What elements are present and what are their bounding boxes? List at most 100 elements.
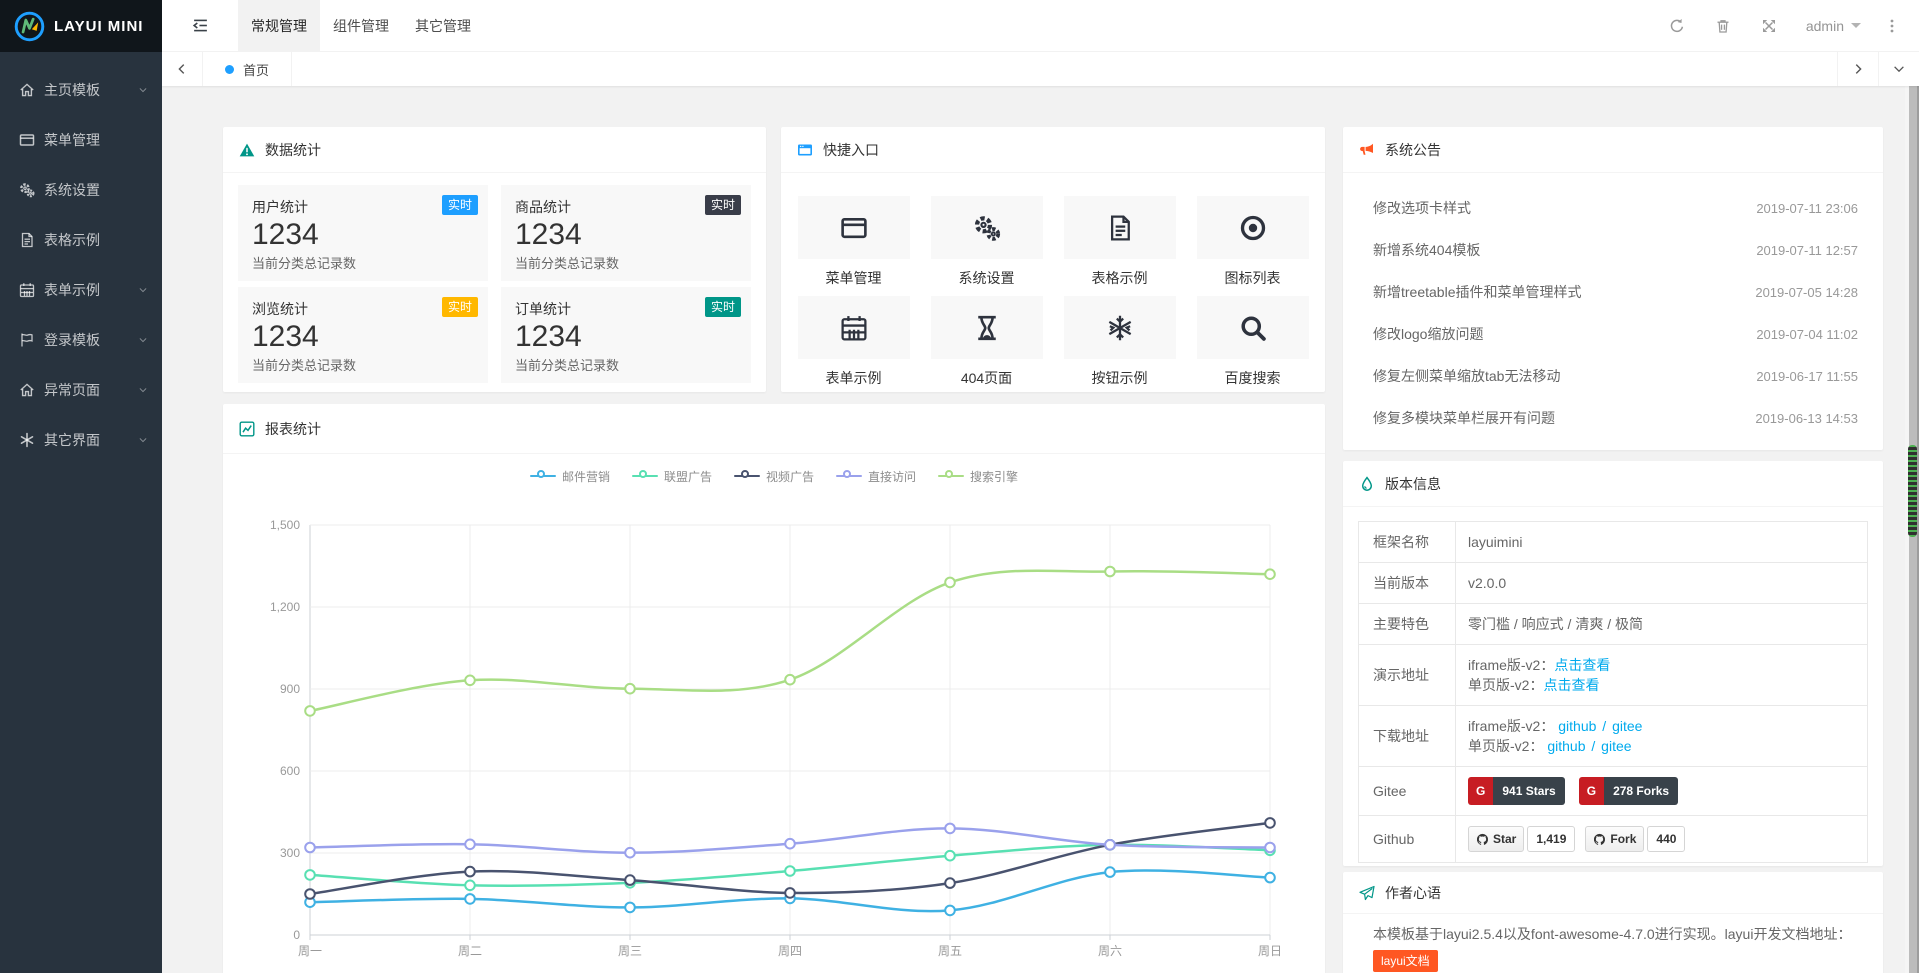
more-menu-button[interactable] (1875, 0, 1909, 52)
quick-entry-menu-management[interactable]: 菜单管理 (798, 196, 910, 288)
download-github-link[interactable]: github (1558, 718, 1596, 734)
download-gitee-link[interactable]: gitee (1601, 738, 1631, 754)
scrollbar-thumb[interactable] (1908, 445, 1917, 537)
announcement-text: 修复左侧菜单缩放tab无法移动 (1373, 366, 1560, 386)
stat-product-count[interactable]: 商品统计 实时 1234 当前分类总记录数 (501, 185, 751, 281)
download-gitee-link[interactable]: gitee (1612, 718, 1642, 734)
tab-scroll-left-button[interactable] (162, 52, 203, 86)
gitee-forks-badge[interactable]: G 278 Forks (1579, 777, 1678, 805)
stat-order-count[interactable]: 订单统计 实时 1234 当前分类总记录数 (501, 287, 751, 383)
legend-item-直接访问[interactable]: 直接访问 (836, 468, 916, 485)
sidebar-item-system-settings[interactable]: 系统设置 (0, 165, 162, 215)
tab-scroll-right-button[interactable] (1837, 52, 1878, 86)
announcement-text: 修改logo缩放问题 (1373, 324, 1483, 344)
stat-description: 当前分类总记录数 (515, 355, 737, 374)
layui-doc-badge[interactable]: layui文档 (1373, 950, 1438, 972)
announcement-item[interactable]: 修复多模块菜单栏展开有问题 2019-06-13 14:53 (1373, 397, 1858, 439)
row-label: 框架名称 (1359, 522, 1456, 563)
tab-home[interactable]: 首页 (203, 52, 292, 86)
stat-user-count[interactable]: 用户统计 实时 1234 当前分类总记录数 (238, 185, 488, 281)
card-header: 系统公告 (1343, 127, 1883, 173)
legend-item-联盟广告[interactable]: 联盟广告 (632, 468, 712, 485)
card-title: 数据统计 (265, 140, 321, 160)
top-tab-label: 组件管理 (333, 16, 389, 36)
sidebar-item-other-pages[interactable]: 其它界面 (0, 415, 162, 465)
svg-text:周三: 周三 (618, 944, 642, 958)
stat-value: 1234 (515, 218, 737, 252)
stat-description: 当前分类总记录数 (515, 253, 737, 272)
app-logo[interactable]: LAYUI MINI (0, 0, 162, 52)
stat-view-count[interactable]: 浏览统计 实时 1234 当前分类总记录数 (238, 287, 488, 383)
quick-entry-table-examples[interactable]: 表格示例 (1064, 196, 1176, 288)
user-dropdown[interactable]: admin (1792, 18, 1875, 34)
quick-entry-form-examples[interactable]: 表单示例 (798, 296, 910, 388)
github-fork-button[interactable]: Fork (1585, 826, 1644, 852)
svg-text:1,500: 1,500 (270, 518, 300, 532)
sidebar-item-label: 异常页面 (44, 380, 138, 400)
author-text: 本模板基于layui2.5.4以及font-awesome-4.7.0进行实现。… (1343, 914, 1883, 973)
quick-entry-system-settings[interactable]: 系统设置 (931, 196, 1043, 288)
quick-entry-label: 百度搜索 (1197, 368, 1309, 388)
top-tab-components[interactable]: 组件管理 (320, 0, 402, 51)
announcement-item[interactable]: 新增系统404模板 2019-07-11 12:57 (1373, 229, 1858, 271)
quick-entry-label: 表格示例 (1064, 268, 1176, 288)
github-star-button[interactable]: Star (1468, 826, 1524, 852)
sidebar-item-home-templates[interactable]: 主页模板 (0, 65, 162, 115)
sidebar-item-table-examples[interactable]: 表格示例 (0, 215, 162, 265)
realtime-badge: 实时 (442, 195, 478, 215)
github-fork-count[interactable]: 440 (1647, 826, 1685, 852)
app-title: LAYUI MINI (54, 18, 143, 35)
flag-icon (19, 332, 35, 348)
legend-item-搜索引擎[interactable]: 搜索引擎 (938, 468, 1018, 485)
row-label: Github (1359, 816, 1456, 863)
top-tab-others[interactable]: 其它管理 (402, 0, 484, 51)
card-title: 作者心语 (1385, 883, 1441, 903)
card-title: 快捷入口 (823, 140, 879, 160)
legend-item-邮件营销[interactable]: 邮件营销 (530, 468, 610, 485)
github-widgets: Star 1,419 Fork 440 (1468, 826, 1855, 852)
announcement-item[interactable]: 修改选项卡样式 2019-07-11 23:06 (1373, 187, 1858, 229)
sidebar-item-menu-management[interactable]: 菜单管理 (0, 115, 162, 165)
legend-item-视频广告[interactable]: 视频广告 (734, 468, 814, 485)
refresh-button[interactable] (1654, 0, 1700, 52)
gitee-stars-badge[interactable]: G 941 Stars (1468, 777, 1565, 805)
top-tab-general[interactable]: 常规管理 (238, 0, 320, 51)
trash-icon (1715, 18, 1731, 34)
quick-entry-label: 表单示例 (798, 368, 910, 388)
row-label: 主要特色 (1359, 604, 1456, 645)
download-github-link[interactable]: github (1547, 738, 1585, 754)
card-header: 数据统计 (223, 127, 766, 173)
version-info-card: 版本信息 框架名称 layuimini 当前版本 v2.0.0 主要特色 零门槛… (1343, 461, 1883, 866)
card-header: 作者心语 (1343, 872, 1883, 914)
quick-entry-icon-list[interactable]: 图标列表 (1197, 196, 1309, 288)
quick-entry-button-examples[interactable]: 按钮示例 (1064, 296, 1176, 388)
chevron-right-icon (1851, 62, 1865, 76)
announcement-text: 修复多模块菜单栏展开有问题 (1373, 408, 1555, 428)
sidebar-item-login-templates[interactable]: 登录模板 (0, 315, 162, 365)
card-title: 版本信息 (1385, 474, 1441, 494)
vertical-scrollbar[interactable] (1905, 86, 1919, 973)
svg-text:周日: 周日 (1258, 944, 1282, 958)
announcement-item[interactable]: 修复左侧菜单缩放tab无法移动 2019-06-17 11:55 (1373, 355, 1858, 397)
github-star-count[interactable]: 1,419 (1527, 826, 1575, 852)
svg-text:1,200: 1,200 (270, 600, 300, 614)
clear-cache-button[interactable] (1700, 0, 1746, 52)
sidebar-item-error-pages[interactable]: 异常页面 (0, 365, 162, 415)
quick-entry-label: 图标列表 (1197, 268, 1309, 288)
top-navbar: 常规管理 组件管理 其它管理 admin (162, 0, 1919, 52)
gitee-icon: G (1579, 777, 1604, 805)
tab-operations-button[interactable] (1878, 52, 1919, 86)
username: admin (1806, 18, 1844, 34)
current-version: v2.0.0 (1456, 563, 1868, 604)
announcement-item[interactable]: 修改logo缩放问题 2019-07-04 11:02 (1373, 313, 1858, 355)
fullscreen-button[interactable] (1746, 0, 1792, 52)
stat-description: 当前分类总记录数 (252, 253, 474, 272)
sidebar-toggle-button[interactable] (162, 0, 238, 51)
sidebar-item-form-examples[interactable]: 表单示例 (0, 265, 162, 315)
quick-entry-baidu-search[interactable]: 百度搜索 (1197, 296, 1309, 388)
announcement-item[interactable]: 新增treetable插件和菜单管理样式 2019-07-05 14:28 (1373, 271, 1858, 313)
top-nav-tabs: 常规管理 组件管理 其它管理 (238, 0, 484, 51)
demo-spa-link[interactable]: 点击查看 (1543, 677, 1599, 693)
quick-entry-404-page[interactable]: 404页面 (931, 296, 1043, 388)
demo-iframe-link[interactable]: 点击查看 (1554, 657, 1610, 673)
